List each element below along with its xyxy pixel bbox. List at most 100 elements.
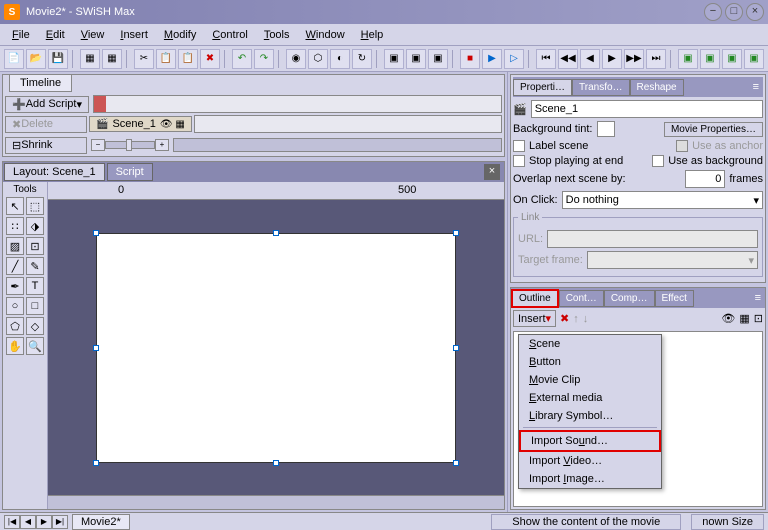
shape2-tool[interactable]: ◇ [26,317,44,335]
overlap-input[interactable] [685,170,725,188]
ctx-import-video[interactable]: Import Video… [519,452,661,470]
timeline-track[interactable] [194,115,502,133]
prev-button[interactable]: ◀◀ [558,49,578,69]
dots-tool[interactable]: ∷ [6,217,24,235]
delete-outline-icon[interactable]: ✖ [560,312,569,325]
ctx-library[interactable]: Library Symbol… [519,407,661,425]
tab-components[interactable]: Comp… [604,290,655,307]
text-tool[interactable]: T [26,277,44,295]
line-tool[interactable]: ╱ [6,257,24,275]
undo-button[interactable]: ↶ [232,49,252,69]
transform-tool[interactable]: ⬗ [26,217,44,235]
canvas-viewport[interactable] [48,200,504,495]
fwd-button[interactable]: ▶ [602,49,622,69]
cut-button[interactable]: ✂ [134,49,154,69]
ctx-button[interactable]: Button [519,353,661,371]
movie-properties-button[interactable]: Movie Properties… [664,122,763,137]
pencil-tool[interactable]: ✎ [26,257,44,275]
tool-e[interactable]: ◐ [330,49,350,69]
timeline-tab[interactable]: Timeline [9,74,72,92]
menu-insert[interactable]: Insert [112,27,156,43]
stop-playing-checkbox[interactable] [513,155,525,167]
tabs-more-icon[interactable]: ≡ [749,81,763,93]
new-button[interactable]: 📄 [4,49,24,69]
insert-button[interactable]: Insert ▾ [513,310,556,327]
nav-next[interactable]: ▶ [36,515,52,529]
export-d[interactable]: ▣ [744,49,764,69]
tool-b[interactable]: ▦ [102,49,122,69]
paste-button[interactable]: 📋 [178,49,198,69]
select-tool[interactable]: ↖ [6,197,24,215]
end-button[interactable]: ⏭ [646,49,666,69]
scene-timeline-item[interactable]: 🎬 Scene_1 👁 ▦ [89,116,192,132]
script-tab[interactable]: Script [107,163,153,181]
menu-window[interactable]: Window [298,27,353,43]
layers-icon[interactable]: ▦ [739,312,749,325]
save-button[interactable]: 💾 [48,49,68,69]
canvas-hscroll[interactable] [48,495,504,509]
nav-prev[interactable]: ◀ [20,515,36,529]
tool-c[interactable]: ◉ [286,49,306,69]
menu-control[interactable]: Control [204,27,255,43]
subselect-tool[interactable]: ⬚ [26,197,44,215]
next-button[interactable]: ▶▶ [624,49,644,69]
tab-effect[interactable]: Effect [655,290,694,307]
tool-a[interactable]: ▦ [80,49,100,69]
close-panel-button[interactable]: × [484,164,500,180]
zoom-tool[interactable]: 🔍 [26,337,44,355]
hand-tool[interactable]: ✋ [6,337,24,355]
stage[interactable] [96,233,456,463]
minimize-button[interactable]: − [704,3,722,21]
menu-file[interactable]: File [4,27,38,43]
back-button[interactable]: ◀ [580,49,600,69]
ctx-import-sound[interactable]: Import Sound… [519,430,661,452]
timeline-hscroll[interactable] [173,138,502,152]
menu-modify[interactable]: Modify [156,27,204,43]
export-b[interactable]: ▣ [700,49,720,69]
copy-button[interactable]: 📋 [156,49,176,69]
nav-first[interactable]: |◀ [4,515,20,529]
tabs-more-icon-2[interactable]: ≡ [751,292,765,304]
menu-edit[interactable]: Edit [38,27,73,43]
open-button[interactable]: 📂 [26,49,46,69]
delete-button[interactable]: ✖ [200,49,220,69]
ctx-import-image[interactable]: Import Image… [519,470,661,488]
status-tab[interactable]: Movie2* [72,514,130,530]
pen-tool[interactable]: ✒ [6,277,24,295]
tab-properties[interactable]: Properti… [513,79,572,96]
menu-view[interactable]: View [73,27,113,43]
stop-button[interactable]: ■ [460,49,480,69]
ctx-scene[interactable]: Scene [519,335,661,353]
timeline-ruler[interactable] [93,95,502,113]
tab-reshape[interactable]: Reshape [630,79,684,96]
tool-i[interactable]: ▣ [428,49,448,69]
layout-tab[interactable]: Layout: Scene_1 [4,163,105,181]
play2-button[interactable]: ▷ [504,49,524,69]
tab-outline[interactable]: Outline [511,289,559,308]
fill-tool[interactable]: ▨ [6,237,24,255]
close-button[interactable]: × [746,3,764,21]
menu-help[interactable]: Help [353,27,392,43]
rewind-button[interactable]: ⏮ [536,49,556,69]
crop-tool[interactable]: ⊡ [26,237,44,255]
tab-transform[interactable]: Transfo… [572,79,630,96]
tool-d[interactable]: ⬡ [308,49,328,69]
delete-button-tl[interactable]: ✖ Delete [5,116,87,133]
ctx-movieclip[interactable]: Movie Clip [519,371,661,389]
use-background-checkbox[interactable] [652,155,664,167]
onclick-select[interactable]: Do nothing▾ [562,191,763,209]
maximize-button[interactable]: □ [725,3,743,21]
add-script-button[interactable]: ➕ Add Script ▾ [5,96,89,113]
eye-icon[interactable]: 👁 [721,312,735,325]
zoom-out[interactable]: − [91,139,105,151]
label-scene-checkbox[interactable] [513,140,525,152]
ctx-external[interactable]: External media [519,389,661,407]
zoom-slider[interactable] [105,141,155,149]
shrink-button[interactable]: ⊟ Shrink [5,137,87,154]
bg-color-swatch[interactable] [597,121,615,137]
tool-f[interactable]: ↻ [352,49,372,69]
lock-icon[interactable]: ⊡ [754,312,763,325]
play-button[interactable]: ▶ [482,49,502,69]
nav-last[interactable]: ▶| [52,515,68,529]
ellipse-tool[interactable]: ○ [6,297,24,315]
